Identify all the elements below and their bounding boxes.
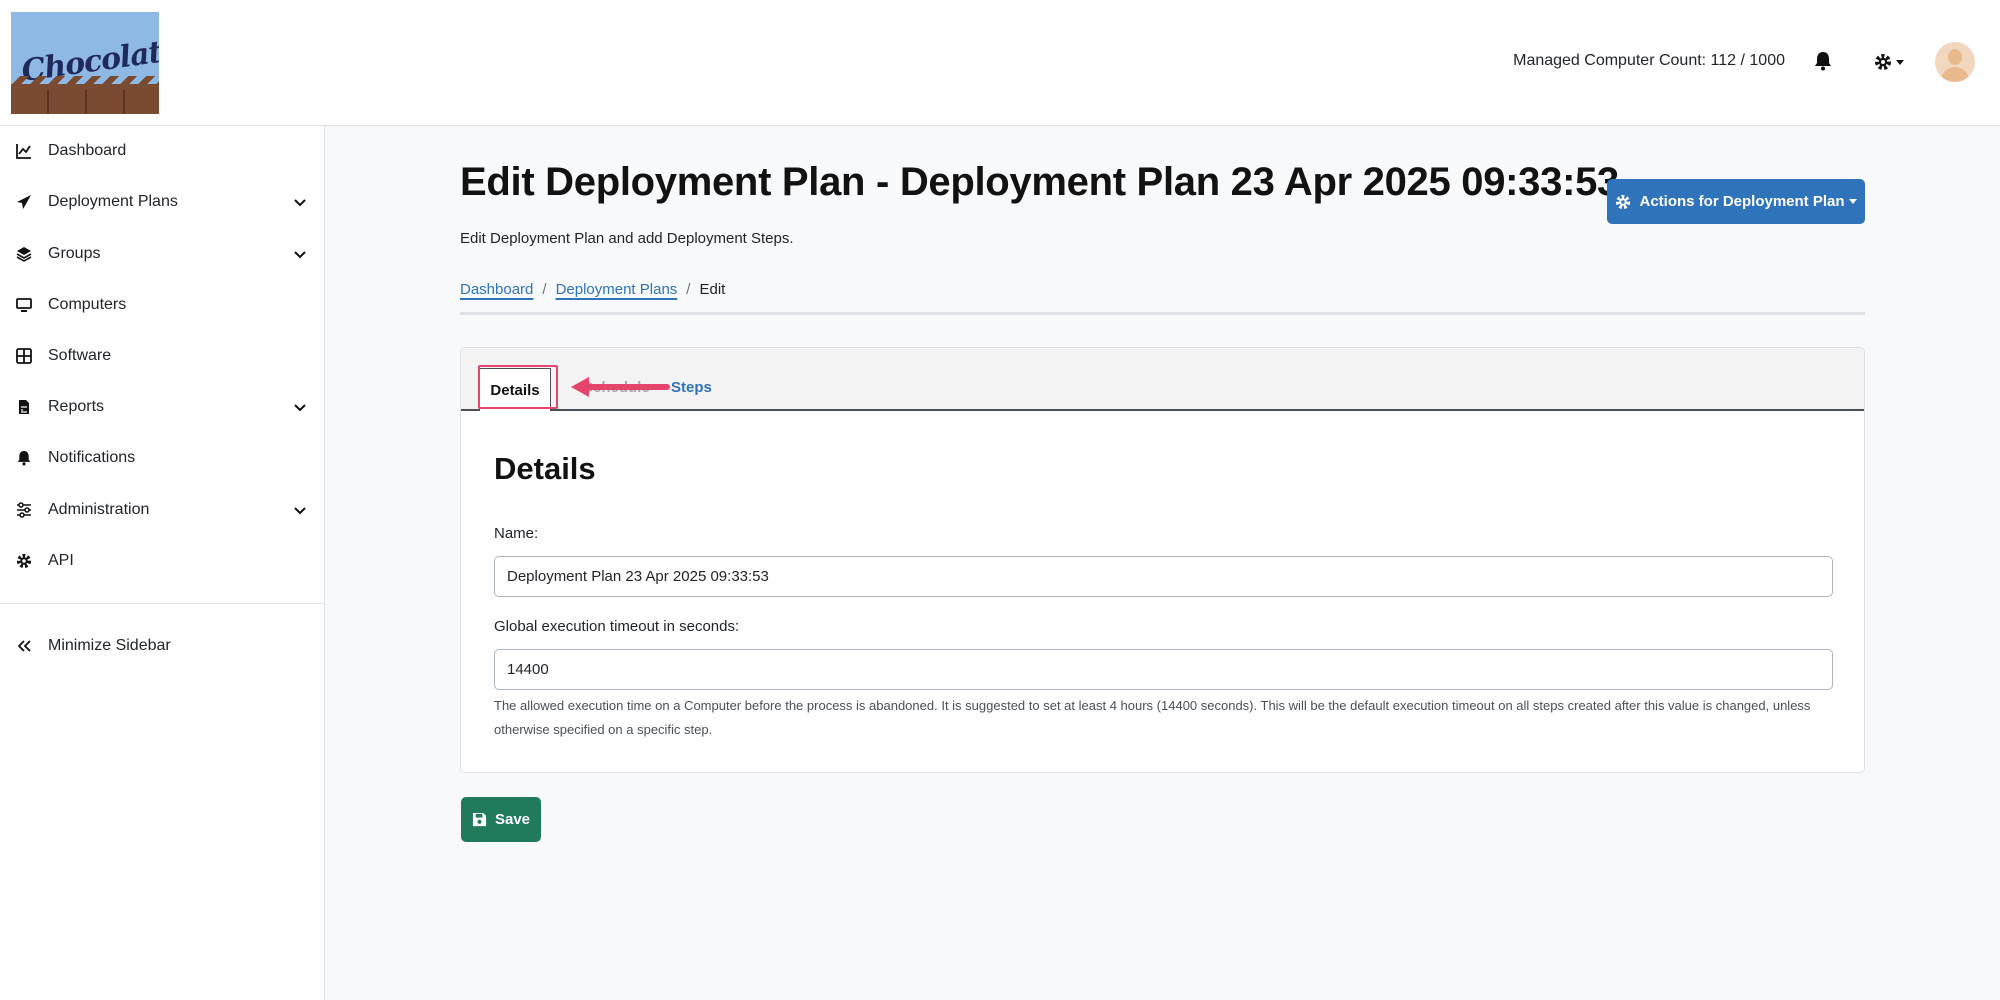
theme-toggle[interactable] xyxy=(1874,50,1914,74)
breadcrumb-dashboard[interactable]: Dashboard xyxy=(460,281,533,298)
gear-icon xyxy=(15,552,33,570)
details-card: Details Schedule Steps Details Name: Glo… xyxy=(460,347,1865,773)
paper-plane-icon xyxy=(15,193,33,211)
sidebar-item-label: Computers xyxy=(48,296,127,313)
desktop-icon xyxy=(15,296,33,314)
chocolatey-logo[interactable]: Chocolatey xyxy=(11,12,159,114)
top-navbar: Chocolatey Managed Computer Count: 112 /… xyxy=(0,0,2000,126)
sidebar-item-api[interactable]: API xyxy=(0,541,325,581)
floppy-disk-icon xyxy=(472,812,487,827)
sidebar-item-dashboard[interactable]: Dashboard xyxy=(0,131,325,171)
save-button-label: Save xyxy=(494,811,531,828)
user-avatar[interactable] xyxy=(1935,42,1975,82)
sidebar: Dashboard Deployment Plans Groups Comput… xyxy=(0,126,325,1000)
notifications-bell-icon[interactable] xyxy=(1814,51,1834,73)
sidebar-item-deployment-plans[interactable]: Deployment Plans xyxy=(0,182,325,222)
gear-icon xyxy=(1616,194,1631,209)
page-title: Edit Deployment Plan - Deployment Plan 2… xyxy=(460,160,1619,204)
annotation-highlight-box xyxy=(478,365,558,409)
managed-computer-count: Managed Computer Count: 112 / 1000 xyxy=(1513,52,1785,69)
sidebar-item-label: Dashboard xyxy=(48,142,127,159)
sidebar-item-label: Reports xyxy=(48,398,105,415)
report-file-icon xyxy=(15,398,33,416)
timeout-help-text: The allowed execution time on a Computer… xyxy=(494,698,1811,737)
sidebar-item-label: Notifications xyxy=(48,449,136,466)
chevron-down-icon xyxy=(1896,59,1904,65)
sidebar-item-label: Deployment Plans xyxy=(48,193,178,210)
sidebar-item-notifications[interactable]: Notifications xyxy=(0,438,325,478)
chevron-down-icon xyxy=(292,246,308,262)
sidebar-item-administration[interactable]: Administration xyxy=(0,490,325,530)
breadcrumb: Dashboard / Deployment Plans / Edit xyxy=(460,281,726,298)
sidebar-item-software[interactable]: Software xyxy=(0,336,325,376)
actions-for-deployment-plan-button[interactable]: Actions for Deployment Plan xyxy=(1607,179,1865,224)
sidebar-item-reports[interactable]: Reports xyxy=(0,387,325,427)
breadcrumb-divider xyxy=(460,312,1865,315)
name-label: Name: xyxy=(494,525,539,542)
bell-icon xyxy=(15,449,33,467)
breadcrumb-deployment-plans[interactable]: Deployment Plans xyxy=(556,281,678,298)
annotation-arrow-icon xyxy=(571,377,670,397)
name-input[interactable] xyxy=(494,556,1833,597)
sidebar-item-label: Software xyxy=(48,347,112,364)
sidebar-item-computers[interactable]: Computers xyxy=(0,285,325,325)
details-heading: Details xyxy=(494,451,596,486)
grid-icon xyxy=(15,347,33,365)
caret-down-icon xyxy=(1848,199,1857,204)
breadcrumb-current: Edit xyxy=(699,281,726,298)
sidebar-item-label: API xyxy=(48,552,74,569)
sidebar-item-label: Groups xyxy=(48,245,101,262)
minimize-sidebar-button[interactable]: Minimize Sidebar xyxy=(0,626,325,666)
page-subtitle: Edit Deployment Plan and add Deployment … xyxy=(460,230,794,247)
sidebar-divider xyxy=(0,603,325,604)
chevron-down-icon xyxy=(292,399,308,415)
minimize-sidebar-label: Minimize Sidebar xyxy=(48,637,171,654)
save-button[interactable]: Save xyxy=(461,797,541,842)
timeout-label: Global execution timeout in seconds: xyxy=(494,618,740,635)
sidebar-item-groups[interactable]: Groups xyxy=(0,234,325,274)
double-chevron-left-icon xyxy=(15,637,33,655)
chevron-down-icon xyxy=(292,194,308,210)
tab-bar: Details Schedule Steps xyxy=(461,348,1864,411)
sliders-icon xyxy=(15,501,33,519)
timeout-input[interactable] xyxy=(494,649,1833,690)
chevron-down-icon xyxy=(292,502,308,518)
actions-button-label: Actions for Deployment Plan xyxy=(1639,193,1845,210)
tab-steps[interactable]: Steps xyxy=(671,379,712,396)
layers-icon xyxy=(15,245,33,263)
gear-icon xyxy=(1875,54,1891,70)
sidebar-item-label: Administration xyxy=(48,501,150,518)
chart-line-icon xyxy=(15,142,33,160)
